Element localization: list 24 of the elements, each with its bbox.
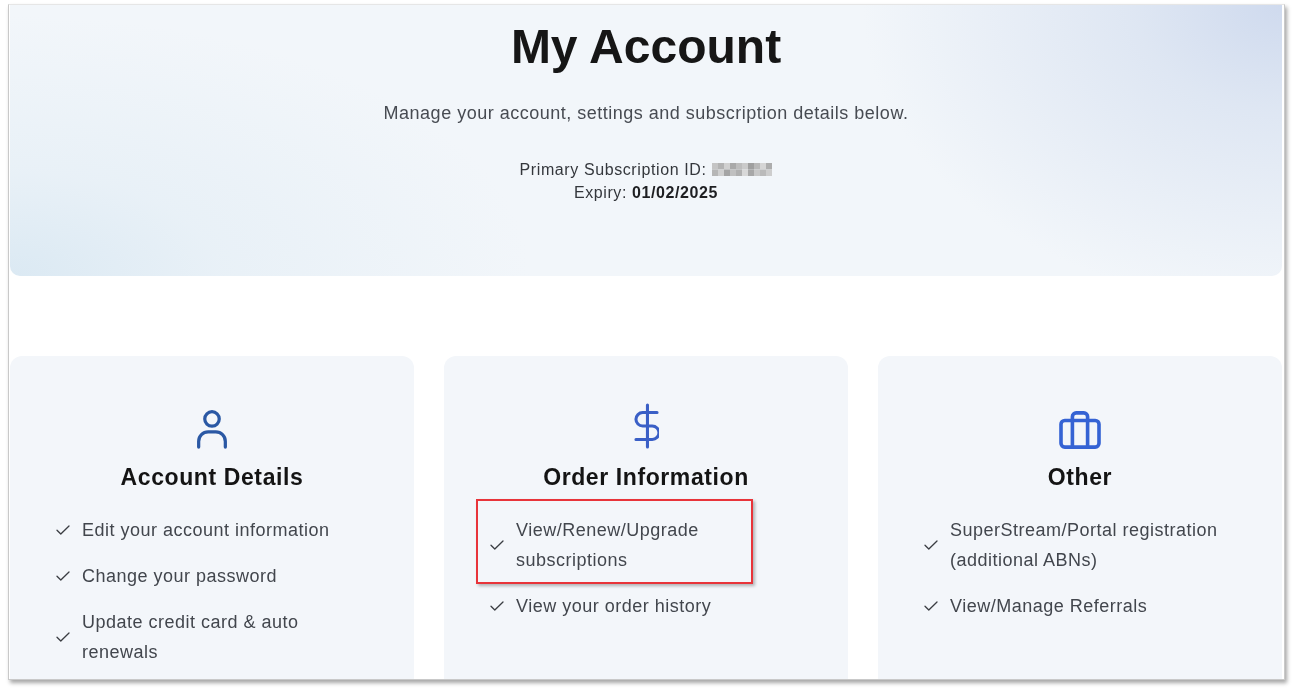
subscription-id-label: Primary Subscription ID:	[519, 159, 707, 180]
card-title: Other	[1046, 464, 1114, 492]
check-icon	[490, 539, 504, 550]
feature-item-text: View your order history	[516, 594, 712, 618]
check-icon	[924, 539, 938, 550]
check-icon	[56, 570, 70, 581]
feature-item-text: Update credit card & auto renewals	[82, 610, 300, 664]
feature-item-text: View/Renew/Upgrade subscriptions	[516, 518, 700, 572]
check-icon	[924, 600, 938, 611]
page-title: My Account	[509, 19, 783, 75]
check-icon	[56, 524, 70, 535]
card-title: Account Details	[119, 464, 305, 492]
feature-item-text: SuperStream/Portal registration (additional ABNs)	[950, 518, 1219, 572]
check-icon	[490, 600, 504, 611]
briefcase-icon	[1059, 411, 1101, 449]
page-subtitle: Manage your account, settings and subscription details below.	[382, 101, 910, 125]
feature-item-text: Change your password	[82, 564, 278, 588]
dollar-icon	[633, 403, 659, 449]
card-title: Order Information	[542, 464, 750, 492]
expiry-text: Expiry: 01/02/2025	[572, 182, 720, 203]
check-icon	[56, 631, 70, 642]
feature-item-text: View/Manage Referrals	[950, 594, 1148, 618]
feature-item-text: Edit your account information	[82, 518, 330, 542]
person-icon	[196, 409, 228, 449]
